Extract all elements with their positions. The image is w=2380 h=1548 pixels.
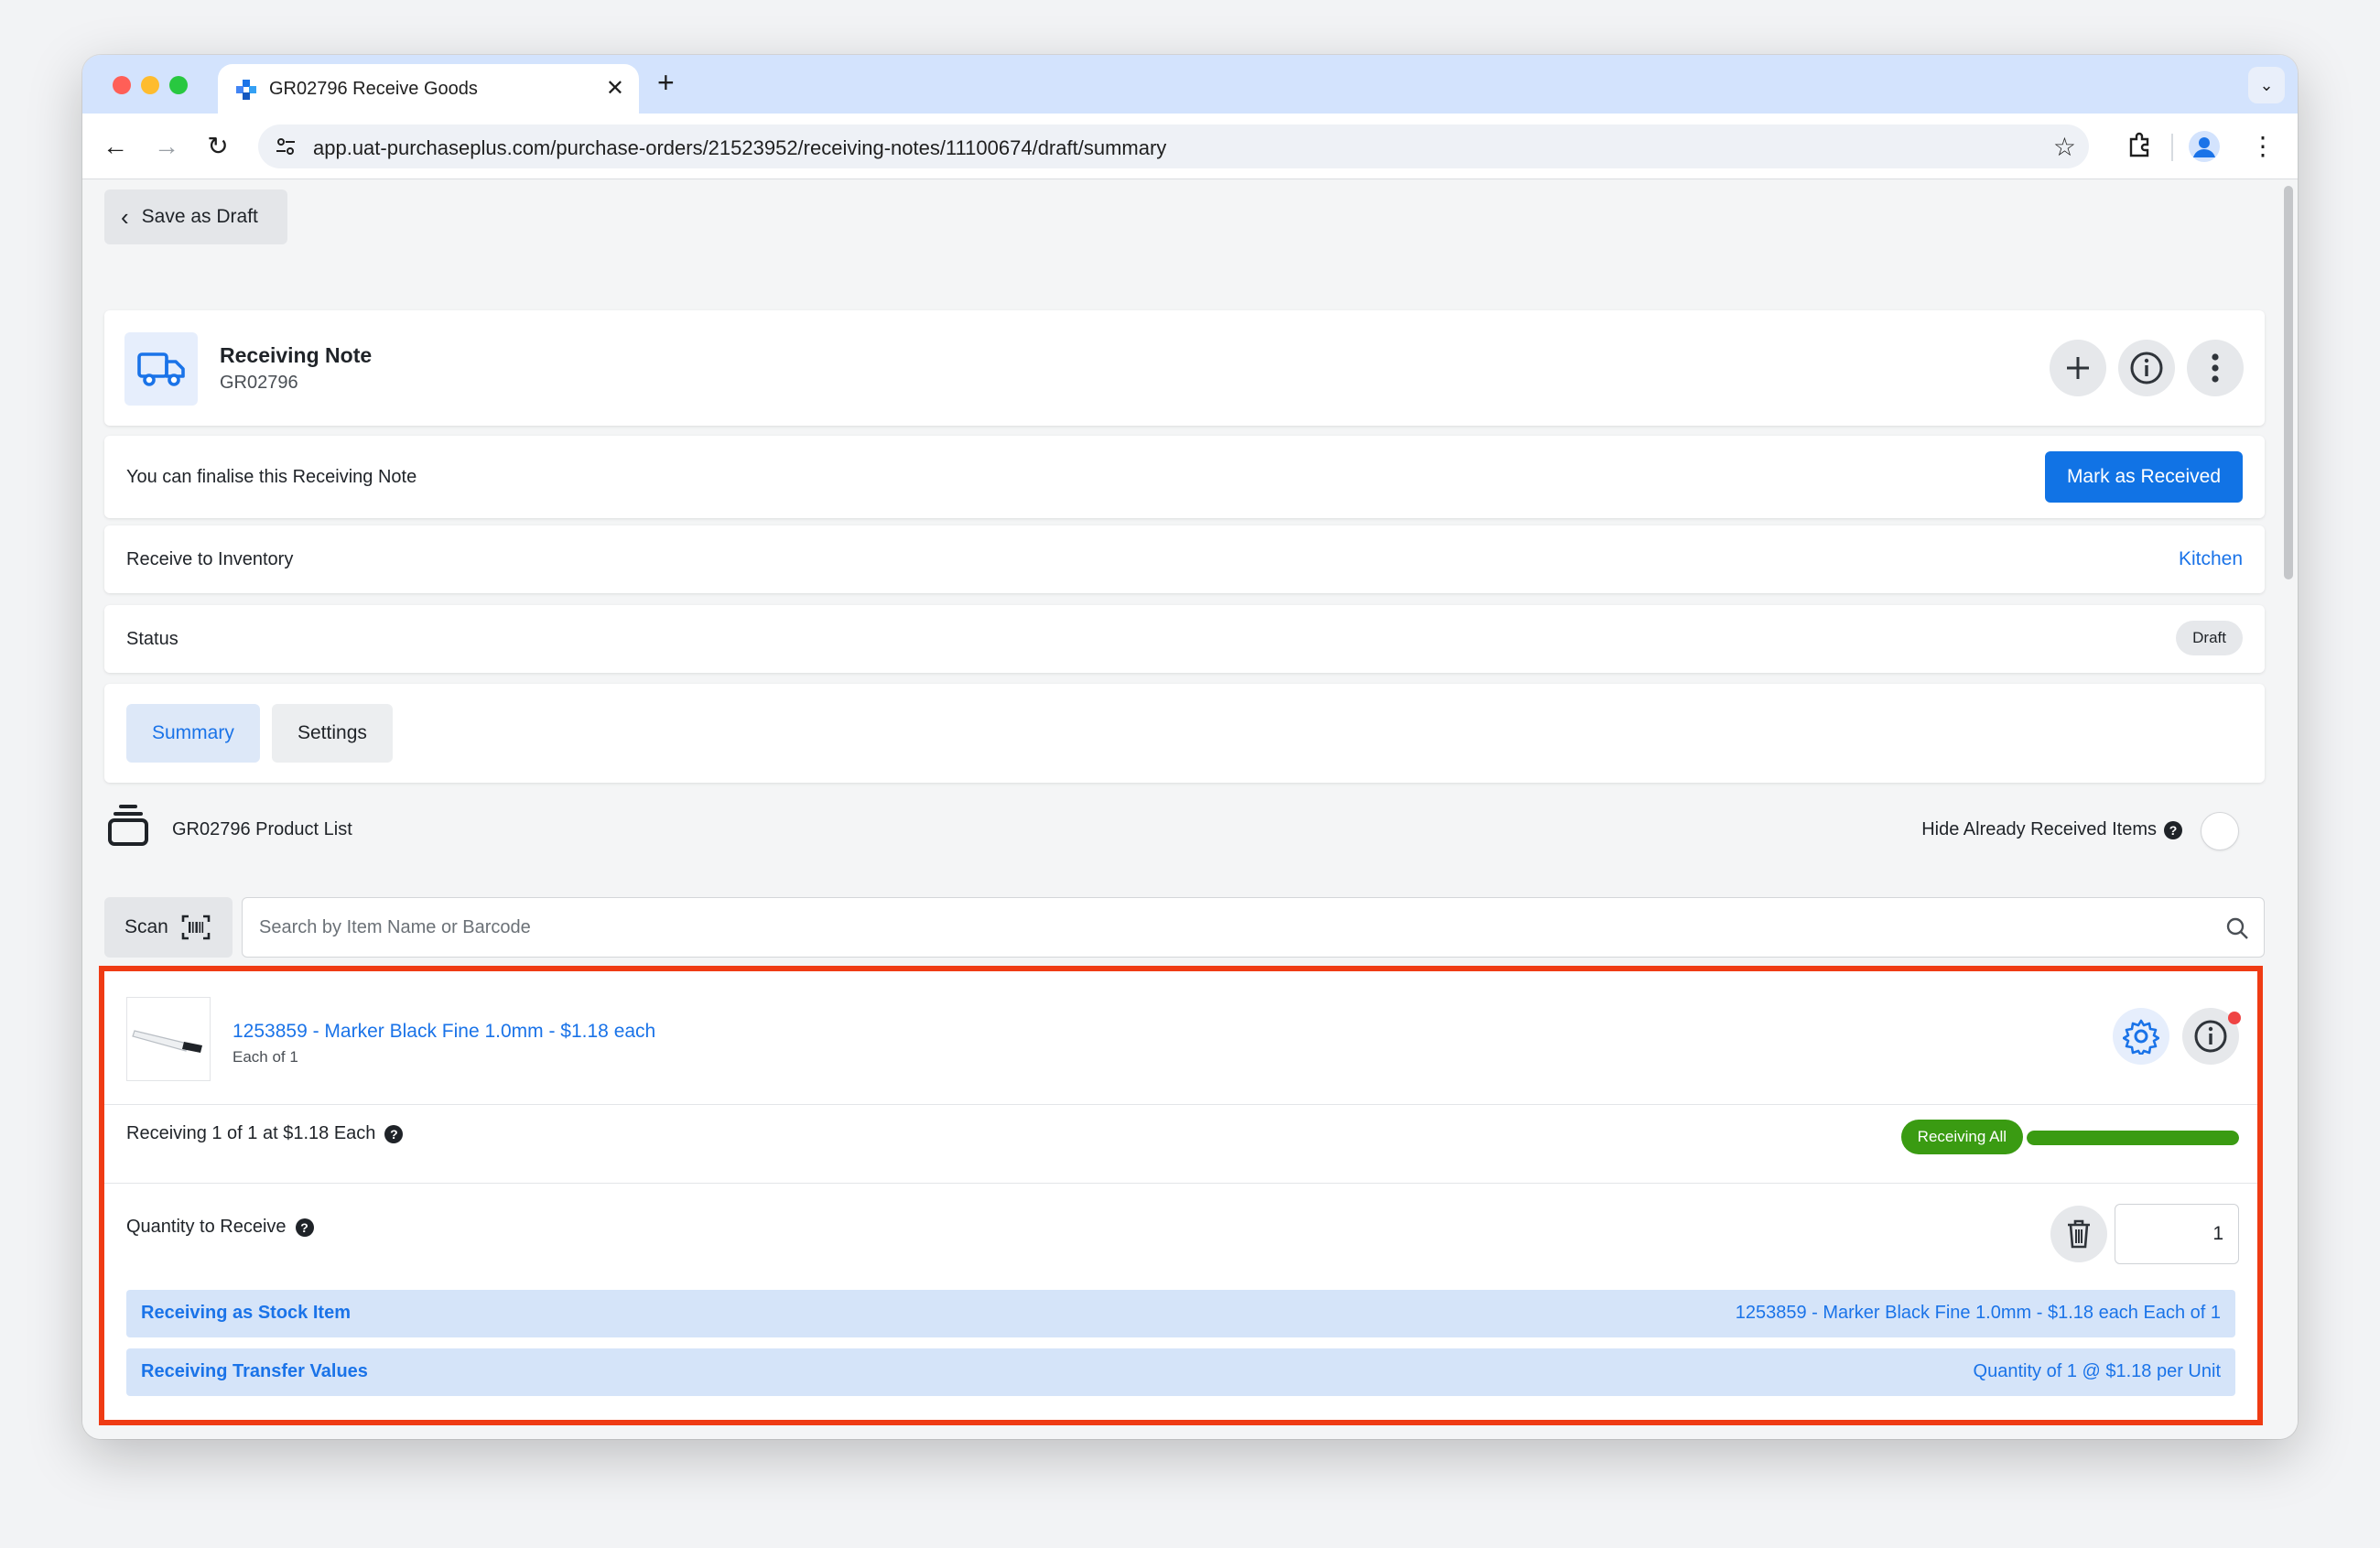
hide-received-toggle[interactable] bbox=[2201, 812, 2239, 850]
note-number: GR02796 bbox=[220, 373, 298, 393]
inventory-label: Receive to Inventory bbox=[126, 549, 294, 569]
tab-title: GR02796 Receive Goods bbox=[269, 79, 478, 99]
trash-icon bbox=[2068, 1219, 2090, 1249]
info-icon bbox=[2130, 352, 2163, 384]
finalise-card: You can finalise this Receiving Note Mar… bbox=[104, 436, 2265, 518]
forward-arrow-icon[interactable]: → bbox=[148, 128, 185, 165]
inventory-link[interactable]: Kitchen bbox=[2179, 548, 2243, 570]
info-button[interactable] bbox=[2118, 340, 2175, 396]
search-field bbox=[242, 897, 2265, 958]
reload-icon[interactable]: ↻ bbox=[200, 128, 236, 165]
chevron-left-icon: ‹ bbox=[121, 203, 129, 231]
tab-strip: GR02796 Receive Goods ✕ + ⌄ bbox=[82, 55, 2298, 114]
stock-item-band[interactable]: Receiving as Stock Item 1253859 - Marker… bbox=[126, 1290, 2235, 1337]
product-thumbnail bbox=[126, 997, 211, 1081]
close-window-button[interactable] bbox=[113, 76, 131, 94]
status-label: Status bbox=[126, 629, 178, 649]
tab-summary[interactable]: Summary bbox=[126, 704, 260, 763]
finalise-text: You can finalise this Receiving Note bbox=[126, 467, 417, 487]
url-text: app.uat-purchaseplus.com/purchase-orders… bbox=[313, 136, 1167, 159]
stock-item-value: 1253859 - Marker Black Fine 1.0mm - $1.1… bbox=[1735, 1303, 2221, 1323]
tabs-card: Summary Settings bbox=[104, 684, 2265, 783]
scan-button[interactable]: Scan bbox=[104, 897, 233, 958]
back-arrow-icon[interactable]: ← bbox=[97, 128, 134, 165]
add-button[interactable] bbox=[2050, 340, 2106, 396]
help-question-icon[interactable]: ? bbox=[2164, 820, 2182, 839]
tab-close-icon[interactable]: ✕ bbox=[606, 75, 624, 102]
site-settings-icon[interactable] bbox=[275, 135, 297, 157]
scrollbar-thumb[interactable] bbox=[2284, 186, 2293, 579]
tab-settings[interactable]: Settings bbox=[272, 704, 393, 763]
quantity-label-text: Quantity to Receive bbox=[126, 1217, 287, 1237]
gear-icon bbox=[2123, 1019, 2159, 1055]
toolbar-divider bbox=[2171, 134, 2173, 161]
product-list-stack-icon bbox=[108, 805, 148, 846]
quantity-input[interactable] bbox=[2115, 1204, 2239, 1264]
receiving-progress-fill bbox=[2027, 1131, 2239, 1145]
delete-button[interactable] bbox=[2050, 1206, 2107, 1262]
product-unit: Each of 1 bbox=[233, 1048, 298, 1066]
minimize-window-button[interactable] bbox=[141, 76, 159, 94]
divider bbox=[104, 1104, 2257, 1105]
transfer-values-value: Quantity of 1 @ $1.18 per Unit bbox=[1973, 1361, 2221, 1381]
notification-dot bbox=[2228, 1012, 2241, 1024]
page-title: Receiving Note bbox=[220, 343, 373, 367]
transfer-values-label: Receiving Transfer Values bbox=[141, 1361, 368, 1381]
save-as-draft-button[interactable]: ‹ Save as Draft bbox=[104, 189, 287, 244]
hide-received-text: Hide Already Received Items bbox=[1921, 819, 2157, 839]
maximize-window-button[interactable] bbox=[169, 76, 188, 94]
purchaseplus-favicon-icon bbox=[236, 80, 256, 100]
product-list-title: GR02796 Product List bbox=[172, 819, 352, 839]
status-card: Status Draft bbox=[104, 605, 2265, 673]
divider bbox=[104, 1183, 2257, 1184]
marker-pen-image bbox=[132, 1030, 202, 1053]
receiving-summary: Receiving 1 of 1 at $1.18 Each ? bbox=[126, 1123, 404, 1144]
help-question-icon[interactable]: ? bbox=[295, 1218, 314, 1237]
help-question-icon[interactable]: ? bbox=[384, 1124, 404, 1143]
receiving-progress-bar bbox=[2027, 1131, 2239, 1145]
browser-window: GR02796 Receive Goods ✕ + ⌄ ← → ↻ app.ua… bbox=[82, 55, 2298, 1439]
status-badge: Draft bbox=[2176, 621, 2243, 655]
hide-received-label: Hide Already Received Items ? bbox=[1921, 819, 2182, 840]
search-icon[interactable] bbox=[2225, 916, 2249, 940]
tab-search-chevron-icon[interactable]: ⌄ bbox=[2248, 67, 2285, 103]
product-title-link[interactable]: 1253859 - Marker Black Fine 1.0mm - $1.1… bbox=[233, 1021, 655, 1043]
product-item-card: 1253859 - Marker Black Fine 1.0mm - $1.1… bbox=[99, 966, 2263, 1425]
receiving-summary-text: Receiving 1 of 1 at $1.18 Each bbox=[126, 1123, 376, 1143]
new-tab-button[interactable]: + bbox=[657, 66, 675, 100]
more-options-button[interactable] bbox=[2187, 340, 2244, 396]
barcode-scan-icon bbox=[181, 915, 211, 940]
scan-label: Scan bbox=[124, 916, 168, 937]
receiving-note-card: Receiving Note GR02796 bbox=[104, 310, 2265, 426]
address-bar[interactable]: app.uat-purchaseplus.com/purchase-orders… bbox=[258, 124, 2089, 168]
browser-toolbar: ← → ↻ app.uat-purchaseplus.com/purchase-… bbox=[82, 114, 2298, 179]
profile-avatar-icon[interactable] bbox=[2188, 130, 2221, 163]
bookmark-star-icon[interactable]: ☆ bbox=[2053, 132, 2076, 162]
browser-menu-icon[interactable]: ⋮ bbox=[2245, 128, 2281, 165]
transfer-values-band[interactable]: Receiving Transfer Values Quantity of 1 … bbox=[126, 1348, 2235, 1396]
page-content: ‹ Save as Draft Receiving Note GR02796 Y… bbox=[82, 180, 2279, 1439]
delivery-truck-icon bbox=[124, 332, 198, 406]
inventory-card: Receive to Inventory Kitchen bbox=[104, 525, 2265, 593]
info-icon bbox=[2194, 1020, 2227, 1053]
receiving-all-badge: Receiving All bbox=[1900, 1120, 2023, 1154]
page-scrollbar[interactable] bbox=[2279, 180, 2298, 1439]
item-settings-button[interactable] bbox=[2113, 1008, 2169, 1065]
stock-item-label: Receiving as Stock Item bbox=[141, 1303, 351, 1323]
vertical-ellipsis-icon bbox=[2212, 353, 2219, 383]
extensions-puzzle-icon[interactable] bbox=[2126, 130, 2155, 159]
search-input[interactable] bbox=[259, 898, 2218, 957]
plus-icon bbox=[2067, 357, 2089, 379]
mark-as-received-button[interactable]: Mark as Received bbox=[2044, 451, 2243, 503]
browser-tab-active[interactable]: GR02796 Receive Goods ✕ bbox=[218, 64, 639, 114]
quantity-label: Quantity to Receive ? bbox=[126, 1217, 314, 1238]
save-as-draft-label: Save as Draft bbox=[141, 206, 258, 227]
